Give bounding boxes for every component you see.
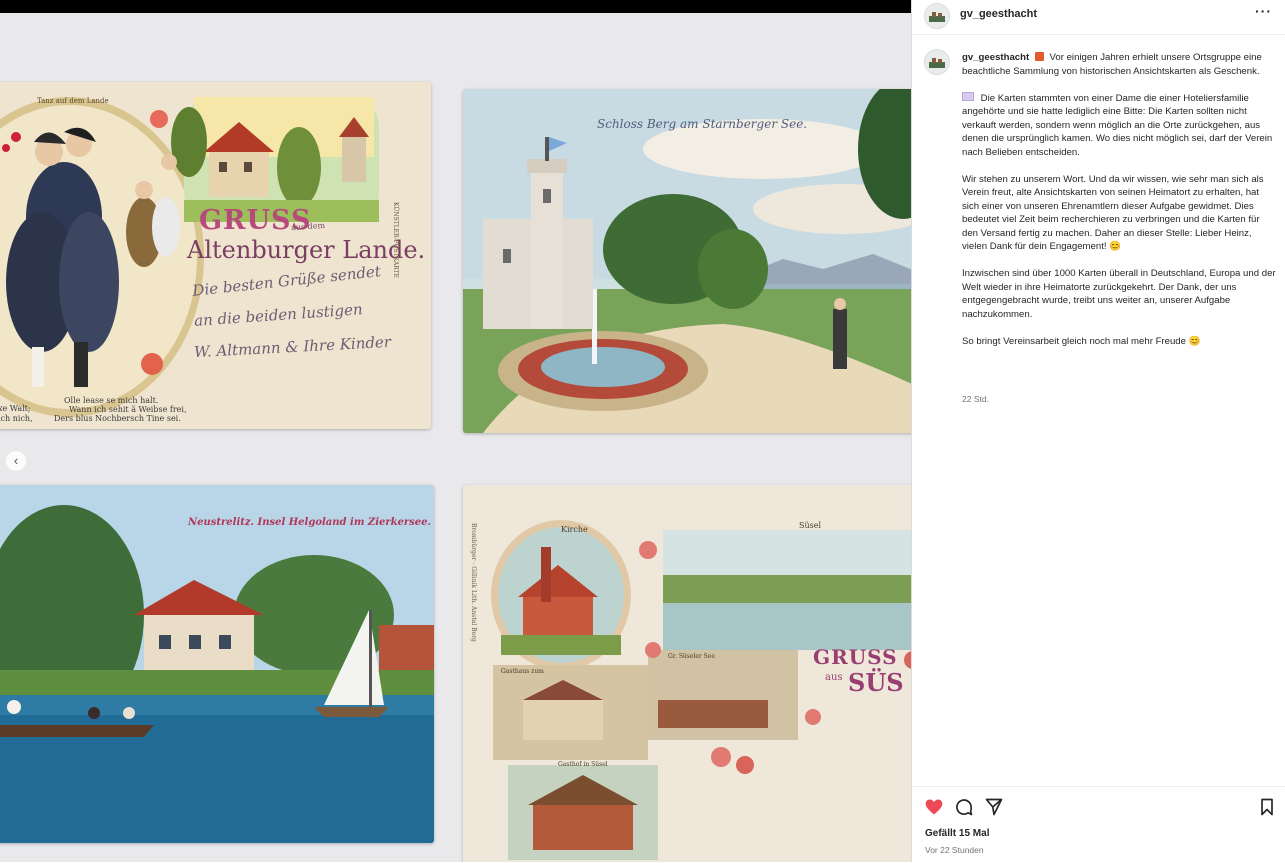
top-black-bar — [0, 0, 911, 13]
postcard-place: Altenburger Lande. — [187, 236, 426, 264]
gift-icon — [1034, 52, 1044, 61]
postcard-neustrelitz: Neustrelitz. Insel Helgoland im Zierkers… — [0, 485, 434, 843]
caption-paragraph-4: So bringt Vereinsarbeit gleich noch mal … — [962, 335, 1201, 347]
postcard-neustrelitz-illustration — [0, 485, 434, 843]
post-photo[interactable]: Tanz auf dem Lande GRUSS aus dem Altenbu… — [0, 13, 911, 862]
caption-avatar[interactable] — [924, 49, 950, 75]
verse-line-2: Wann ich sehit ä Weibse frei, — [69, 405, 187, 414]
postcard-title: Neustrelitz. Insel Helgoland im Zierkers… — [188, 517, 432, 528]
verse-line-3: Ders blus Nochbersch Tine sei. — [54, 414, 181, 423]
postcard-gruss: GRUSS — [813, 645, 898, 669]
verse-left-2: ich nich, — [0, 414, 33, 423]
post-timestamp[interactable]: Vor 22 Stunden — [925, 845, 984, 855]
caption-paragraph-3: Inzwischen sind über 1000 Karten überall… — [962, 268, 1276, 320]
postcard-side-text: Brombürger - Gillinik Lith. Anstal Berg — [470, 523, 477, 642]
postcard-altenburg: Tanz auf dem Lande GRUSS aus dem Altenbu… — [0, 82, 431, 429]
comment-icon[interactable] — [954, 797, 974, 817]
envelope-icon — [962, 91, 974, 101]
postcard-suesel: Kirche Süsel Gasthaus zum Gr. Süseler Se… — [463, 485, 911, 862]
postcard-schloss-berg: Schloss Berg am Starnberger See. — [463, 89, 911, 433]
label-see: Gr. Süseler See — [668, 653, 715, 660]
postcard-banner: Tanz auf dem Lande — [37, 97, 109, 105]
avatar-image — [925, 50, 949, 74]
caption-timestamp[interactable]: 22 Std. — [962, 394, 989, 404]
chevron-left-icon[interactable]: ‹ — [6, 451, 26, 471]
label-gasthof: Gasthof in Süsel — [558, 761, 608, 768]
more-icon[interactable]: ··· — [1255, 3, 1272, 19]
postcard-place: SÜS — [848, 668, 904, 697]
post-caption: gv_geesthacht Vor einigen Jahren erhielt… — [962, 51, 1276, 362]
likes-count[interactable]: Gefällt 15 Mal — [925, 828, 989, 839]
avatar-image — [925, 4, 949, 28]
label-gasthaus: Gasthaus zum — [501, 668, 544, 675]
bookmark-icon[interactable] — [1257, 797, 1277, 817]
share-icon[interactable] — [984, 797, 1004, 817]
heart-icon[interactable] — [924, 797, 944, 817]
postcard-aus: aus — [825, 672, 843, 683]
postcard-title: Schloss Berg am Starnberger See. — [597, 117, 808, 131]
verse-left-1: xe Walt; — [0, 404, 31, 413]
post-header: gv_geesthacht ··· — [912, 0, 1285, 35]
avatar[interactable] — [924, 3, 950, 29]
action-bar: Gefällt 15 Mal Vor 22 Stunden — [912, 786, 1285, 863]
postcard-side-label: KÜNSTLER-POSTKARTE — [392, 202, 399, 279]
caption-paragraph-1: Die Karten stammten von einer Dame die e… — [962, 92, 1273, 158]
label-suesel: Süsel — [799, 521, 822, 530]
post-sidebar: gv_geesthacht ··· gv_geesthacht Vor eini… — [911, 0, 1285, 862]
postcard-schloss-illustration — [463, 89, 911, 433]
username[interactable]: gv_geesthacht — [960, 8, 1037, 20]
verse-line-1: Olle lease se mich halt. — [64, 396, 159, 405]
label-kirche: Kirche — [561, 525, 588, 534]
caption-username[interactable]: gv_geesthacht — [962, 52, 1029, 63]
caption-paragraph-2: Wir stehen zu unserem Wort. Und da wir w… — [962, 173, 1264, 253]
